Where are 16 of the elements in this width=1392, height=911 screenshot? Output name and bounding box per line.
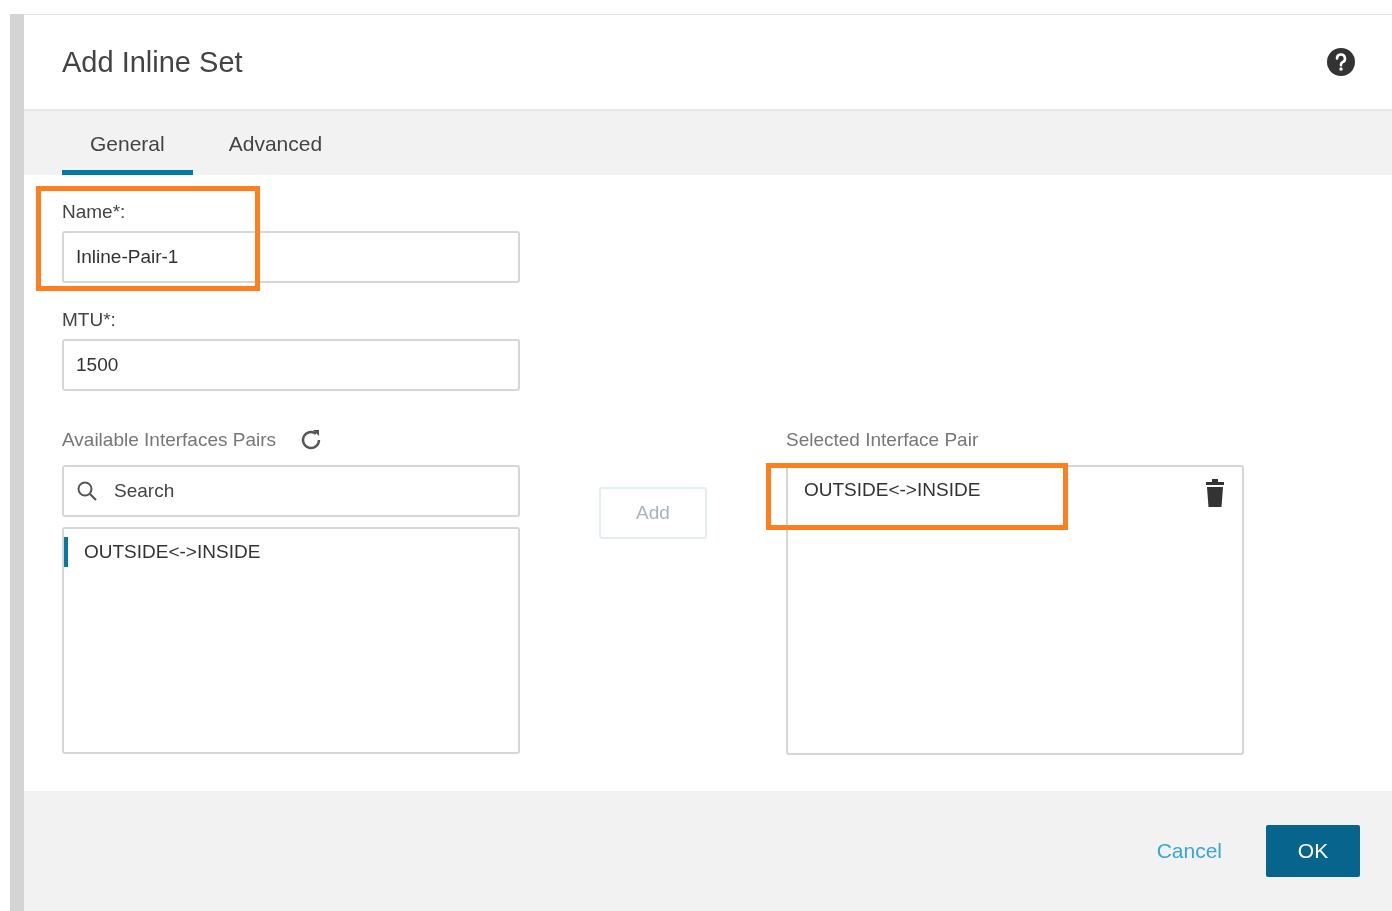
mtu-field[interactable]: 1500 xyxy=(62,339,520,391)
list-label: Selected Interface Pair xyxy=(786,429,979,451)
ok-button[interactable]: OK xyxy=(1266,825,1360,877)
search-field[interactable]: Search xyxy=(62,465,520,517)
tab[interactable]: General xyxy=(62,132,193,175)
name-field[interactable]: Inline-Pair-1 xyxy=(62,231,520,283)
trash-icon[interactable] xyxy=(1204,479,1226,509)
list-item[interactable]: OUTSIDE<->INSIDE xyxy=(64,537,518,567)
dialog-title: Add Inline Set xyxy=(62,45,243,79)
field-label: Name*: xyxy=(62,201,127,223)
list-item[interactable]: OUTSIDE<->INSIDE xyxy=(804,479,981,501)
field-label: MTU*: xyxy=(62,309,117,331)
help-icon[interactable] xyxy=(1326,47,1356,77)
tab[interactable]: Advanced xyxy=(200,132,351,175)
search-icon xyxy=(76,480,98,502)
list-label: Available Interfaces Pairs xyxy=(62,429,277,451)
